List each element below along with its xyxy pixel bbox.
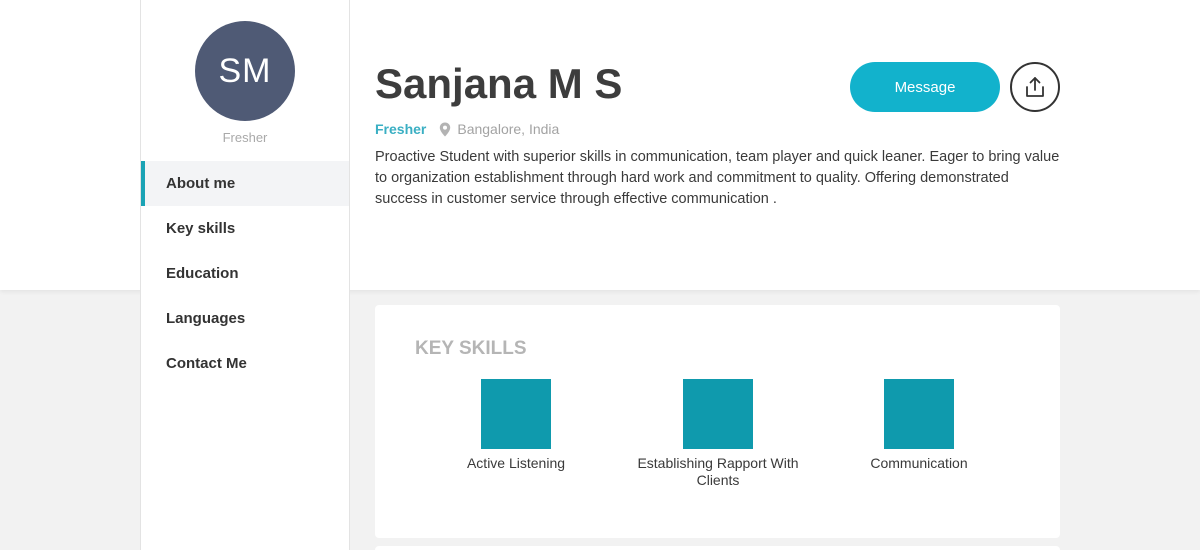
avatar: SM	[195, 21, 295, 121]
profile-name: Sanjana M S	[375, 60, 623, 107]
nav-item-key-skills[interactable]: Key skills	[141, 206, 349, 251]
profile-bio: Proactive Student with superior skills i…	[375, 149, 1060, 207]
location-text: Bangalore, India	[457, 121, 560, 137]
key-skills-card: KEY SKILLS Active Listening Establishing…	[375, 305, 1060, 538]
avatar-initials: SM	[218, 51, 272, 90]
skill-label: Communication	[870, 455, 968, 471]
skill-label: Establishing Rapport With Clients	[637, 455, 799, 488]
nav-item-contact-me[interactable]: Contact Me	[141, 341, 349, 386]
skill-item: Communication	[819, 379, 1019, 472]
share-button[interactable]	[1010, 62, 1060, 112]
skill-item: Establishing Rapport With Clients	[618, 379, 818, 489]
profile-meta: Fresher Bangalore, India	[375, 121, 559, 137]
message-button[interactable]: Message	[850, 62, 1000, 112]
share-upload-icon	[1025, 76, 1045, 98]
status-label: Fresher	[375, 121, 427, 137]
next-section-card	[375, 546, 1060, 550]
avatar-caption: Fresher	[222, 130, 268, 145]
sidebar: SM Fresher About me Key skills Education…	[140, 0, 350, 550]
sidebar-nav: About me Key skills Education Languages …	[141, 161, 349, 386]
nav-item-languages[interactable]: Languages	[141, 296, 349, 341]
nav-item-education[interactable]: Education	[141, 251, 349, 296]
key-skills-title: KEY SKILLS	[415, 338, 527, 359]
skill-tile	[683, 379, 753, 449]
skill-item: Active Listening	[416, 379, 616, 472]
skill-tile	[884, 379, 954, 449]
nav-item-about-me[interactable]: About me	[141, 161, 349, 206]
location-pin-icon	[439, 122, 451, 137]
skill-label: Active Listening	[466, 455, 566, 471]
skill-tile	[481, 379, 551, 449]
